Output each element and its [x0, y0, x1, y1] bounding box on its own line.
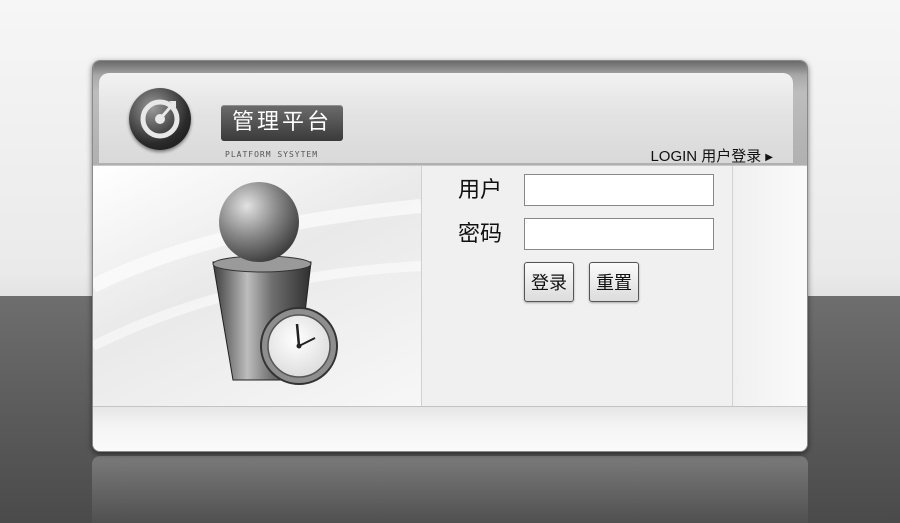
app-subtitle: PLATFORM SYSYTEM [225, 150, 319, 159]
header-banner: 管理平台 PLATFORM SYSYTEM LOGIN 用户登录 ▶ [99, 73, 793, 166]
login-panel: 管理平台 PLATFORM SYSYTEM LOGIN 用户登录 ▶ 用户 密码… [92, 60, 808, 452]
user-clock-icon [93, 182, 421, 385]
target-logo-icon [129, 88, 191, 150]
panel-footer [93, 406, 807, 451]
username-label: 用户 [458, 178, 503, 203]
app-title: 管理平台 [221, 105, 343, 141]
panel-header: 管理平台 PLATFORM SYSYTEM LOGIN 用户登录 ▶ [93, 61, 807, 165]
password-label: 密码 [458, 222, 503, 247]
panel-reflection [92, 456, 808, 523]
password-input[interactable] [524, 218, 714, 250]
right-panel-strip [733, 166, 807, 406]
triangle-right-icon: ▶ [765, 152, 773, 163]
login-button[interactable]: 登录 [524, 262, 574, 302]
login-heading-text: LOGIN 用户登录 [650, 148, 762, 165]
login-form: 用户 密码 登录 重置 [422, 166, 733, 406]
illustration-area [93, 166, 422, 406]
username-input[interactable] [524, 174, 714, 206]
reset-button[interactable]: 重置 [589, 262, 639, 302]
login-heading: LOGIN 用户登录 ▶ [650, 145, 773, 166]
panel-content: 用户 密码 登录 重置 [93, 165, 807, 406]
